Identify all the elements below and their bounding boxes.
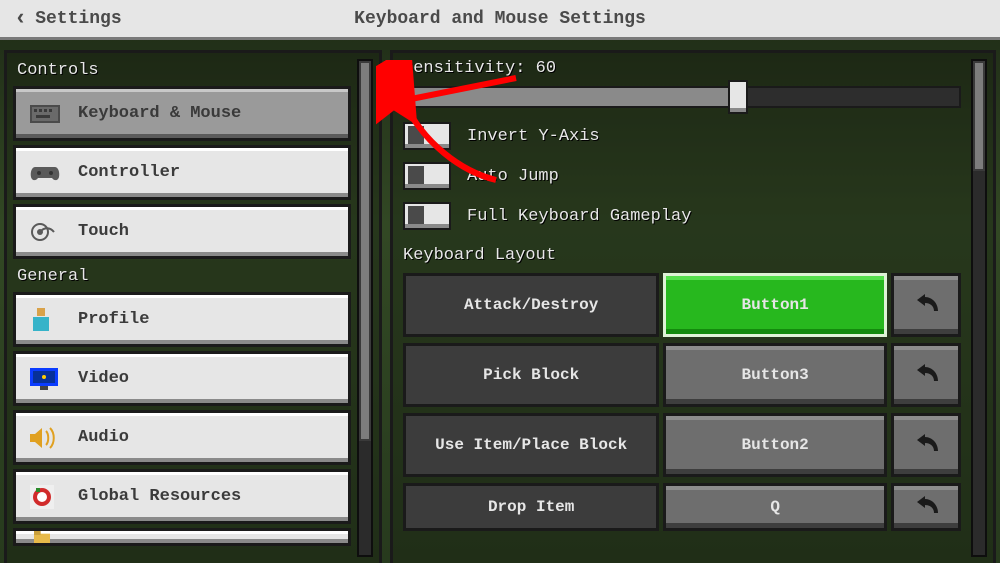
sidebar-panel: Controls Keyboard & Mouse Controller Tou… (4, 50, 382, 563)
sidebar-item-label: Controller (78, 163, 180, 182)
undo-icon (913, 496, 939, 518)
profile-icon (30, 308, 62, 332)
toggle-invert-y[interactable] (403, 122, 451, 150)
keybind-reset-button[interactable] (891, 413, 961, 477)
back-label: Settings (35, 9, 121, 29)
settings-panel: Sensitivity: 60 Invert Y-Axis Auto Jump … (390, 50, 996, 563)
sidebar-item-controller[interactable]: Controller (13, 145, 351, 200)
section-heading-controls: Controls (13, 57, 351, 86)
toggle-label: Invert Y-Axis (467, 127, 600, 146)
keybind-button[interactable]: Button2 (663, 413, 887, 477)
undo-icon (913, 364, 939, 386)
sidebar-item-label: Profile (78, 310, 149, 329)
keybind-action: Attack/Destroy (403, 273, 659, 337)
sidebar-item-partial[interactable] (13, 528, 351, 546)
back-button[interactable]: ‹ Settings (0, 0, 136, 37)
chevron-left-icon: ‹ (14, 6, 27, 31)
toggle-label: Full Keyboard Gameplay (467, 207, 691, 226)
undo-icon (913, 434, 939, 456)
sidebar-item-profile[interactable]: Profile (13, 292, 351, 347)
page-title: Keyboard and Mouse Settings (0, 9, 1000, 29)
keybind-action: Use Item/Place Block (403, 413, 659, 477)
keybind-button[interactable]: Q (663, 483, 887, 531)
toggle-auto-jump[interactable] (403, 162, 451, 190)
sidebar-item-audio[interactable]: Audio (13, 410, 351, 465)
toggle-label: Auto Jump (467, 167, 559, 186)
folder-icon (30, 531, 62, 543)
keybind-reset-button[interactable] (891, 273, 961, 337)
keybind-button[interactable]: Button3 (663, 343, 887, 407)
sidebar-item-label: Global Resources (78, 487, 241, 506)
scrollbar-thumb[interactable] (359, 61, 371, 441)
sidebar-item-label: Video (78, 369, 129, 388)
audio-icon (30, 427, 62, 449)
scrollbar-thumb[interactable] (973, 61, 985, 171)
sidebar-item-label: Touch (78, 222, 129, 241)
sensitivity-slider[interactable] (403, 86, 961, 108)
keybind-button[interactable]: Button1 (663, 273, 887, 337)
sidebar-item-touch[interactable]: Touch (13, 204, 351, 259)
video-icon (30, 368, 62, 390)
sidebar-item-global-resources[interactable]: Global Resources (13, 469, 351, 524)
sidebar-scrollbar[interactable] (357, 59, 373, 557)
settings-scrollbar[interactable] (971, 59, 987, 557)
keybind-action: Drop Item (403, 483, 659, 531)
keybind-reset-button[interactable] (891, 343, 961, 407)
keyboard-icon (30, 105, 62, 123)
sidebar-item-video[interactable]: Video (13, 351, 351, 406)
sidebar-item-label: Keyboard & Mouse (78, 104, 241, 123)
section-heading-general: General (13, 263, 351, 292)
keybind-heading: Keyboard Layout (399, 242, 965, 273)
toggle-full-keyboard[interactable] (403, 202, 451, 230)
slider-knob[interactable] (728, 80, 748, 114)
keybind-action: Pick Block (403, 343, 659, 407)
touch-icon (30, 221, 62, 243)
sidebar-item-keyboard-mouse[interactable]: Keyboard & Mouse (13, 86, 351, 141)
controller-icon (30, 163, 62, 183)
undo-icon (913, 294, 939, 316)
sidebar-item-label: Audio (78, 428, 129, 447)
global-resources-icon (30, 485, 62, 509)
keybind-reset-button[interactable] (891, 483, 961, 531)
sensitivity-label: Sensitivity: 60 (399, 57, 965, 86)
top-bar: ‹ Settings Keyboard and Mouse Settings (0, 0, 1000, 40)
